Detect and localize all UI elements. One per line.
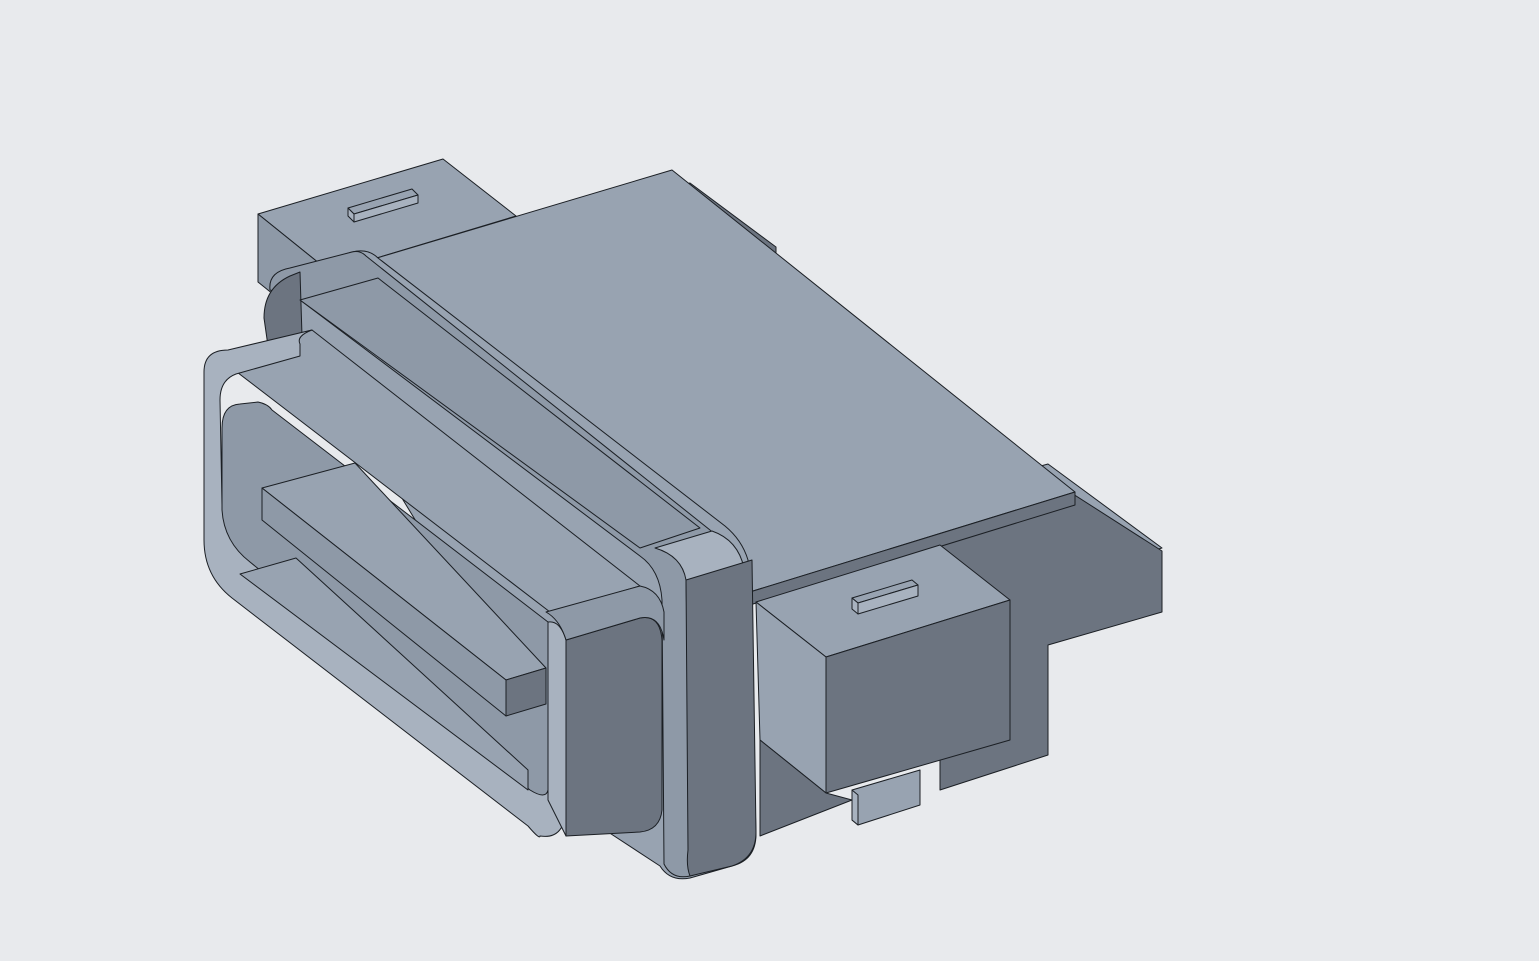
cad-viewport[interactable] bbox=[0, 0, 1539, 961]
model-canvas[interactable] bbox=[0, 0, 1539, 961]
